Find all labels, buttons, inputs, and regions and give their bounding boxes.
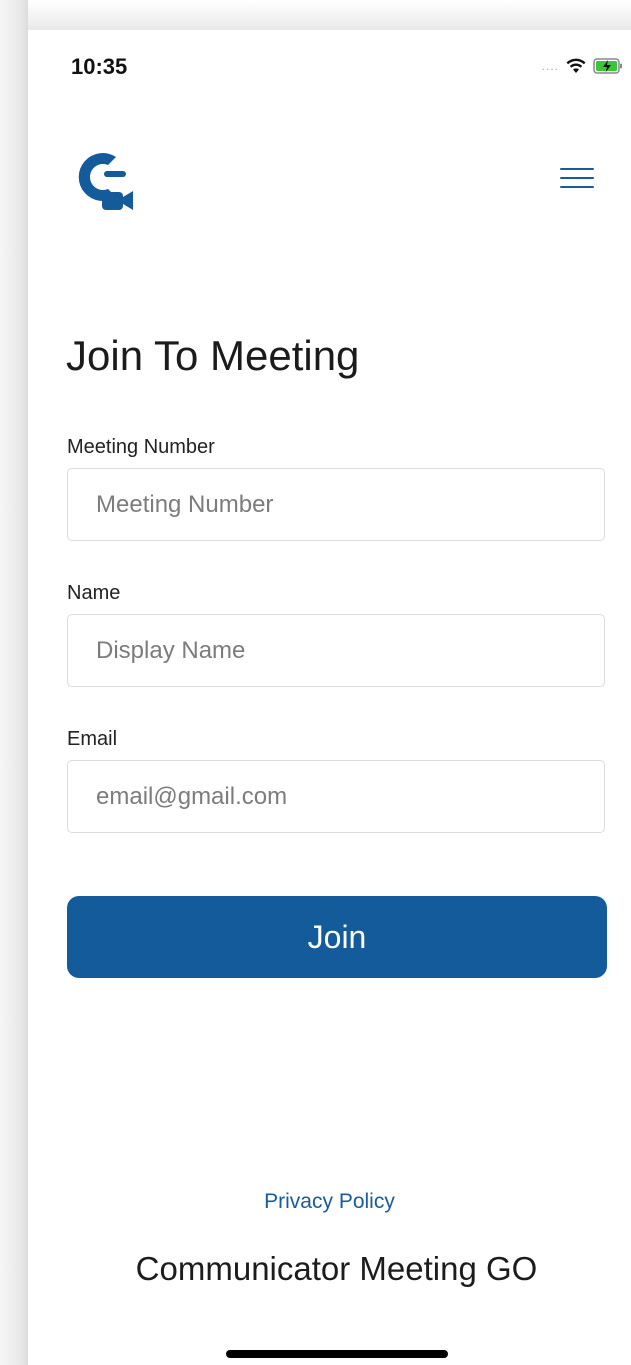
status-indicators: ....: [542, 56, 623, 76]
phone-screen: 10:35 .... Join To Meeting Meeting Numbe…: [28, 30, 631, 1365]
hamburger-menu-icon[interactable]: [558, 164, 598, 192]
page-title: Join To Meeting: [66, 332, 360, 379]
home-indicator[interactable]: [226, 1350, 448, 1358]
privacy-policy-link[interactable]: Privacy Policy: [28, 1190, 631, 1214]
join-button[interactable]: Join: [67, 896, 607, 978]
status-time: 10:35: [71, 54, 128, 79]
wifi-icon: [565, 57, 587, 75]
frame-shadow-left: [0, 0, 28, 1365]
name-label: Name: [67, 582, 121, 604]
meeting-number-label: Meeting Number: [67, 436, 215, 458]
meeting-number-input[interactable]: [67, 468, 605, 541]
display-name-input[interactable]: [67, 614, 605, 687]
email-input[interactable]: [67, 760, 605, 833]
app-frame: 10:35 .... Join To Meeting Meeting Numbe…: [0, 0, 631, 1365]
battery-charging-icon: [593, 57, 623, 75]
signal-icon: ....: [541, 59, 559, 73]
email-label: Email: [67, 728, 118, 750]
communicator-logo-icon: [66, 145, 134, 213]
frame-shadow-top: [0, 0, 631, 30]
app-name-footer: Communicator Meeting GO: [135, 1250, 538, 1287]
